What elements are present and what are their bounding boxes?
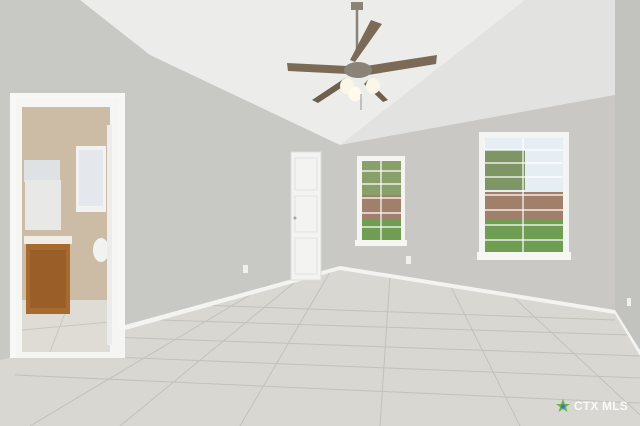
watermark: CTX MLS <box>555 398 628 414</box>
window-right <box>477 132 571 260</box>
room-scene <box>0 0 640 426</box>
closet-door <box>290 151 322 281</box>
bathroom-doorway <box>10 93 125 358</box>
ctxmls-logo-icon <box>555 399 570 412</box>
window-left <box>355 156 407 246</box>
outlet <box>627 298 631 306</box>
outlet <box>243 265 248 273</box>
outlet <box>406 256 411 264</box>
watermark-brand: CTX MLS <box>573 399 628 413</box>
room-photo: CTX MLS <box>0 0 640 426</box>
